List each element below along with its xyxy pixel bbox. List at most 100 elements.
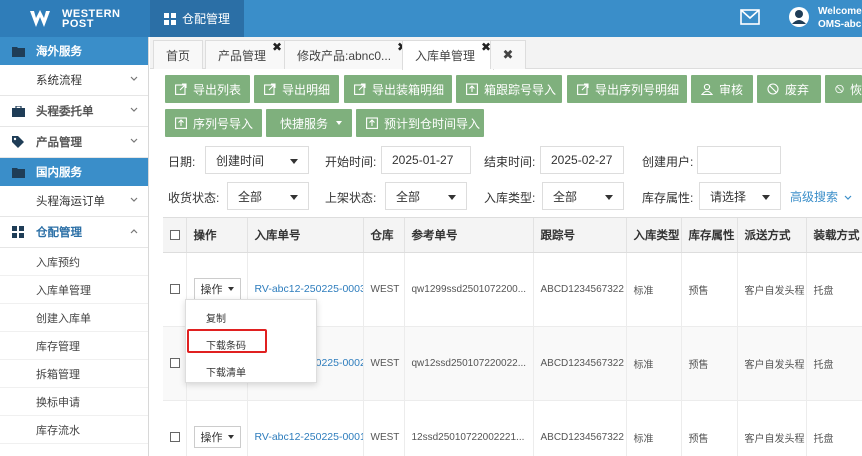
- sidebar-subitem-relabel[interactable]: 换标申请: [0, 388, 148, 416]
- row-checkbox-cell[interactable]: [163, 400, 187, 456]
- operation-dropdown-button[interactable]: 操作: [193, 278, 241, 300]
- inbound-no-link[interactable]: RV-abc12-250225-0001: [247, 400, 364, 456]
- delivery-method-cell: 客户自发头程: [737, 326, 807, 401]
- shelf-status-select[interactable]: 全部: [385, 182, 467, 210]
- reference-no-cell: qw1299ssd2501072200...: [404, 252, 534, 327]
- row-checkbox-cell[interactable]: [163, 326, 187, 401]
- close-icon[interactable]: ✖: [272, 41, 282, 53]
- import-eta-button[interactable]: 预计到仓时间导入: [356, 109, 484, 137]
- upload-icon: [175, 117, 187, 129]
- inventory-attr-cell: 预售: [681, 326, 738, 401]
- loading-method-cell: 托盘: [806, 326, 862, 401]
- inventory-attr-select[interactable]: 请选择: [699, 182, 781, 210]
- sidebar-item-sea-orders[interactable]: 头程海运订单: [0, 186, 148, 217]
- inbound-type-cell: 标准: [626, 326, 682, 401]
- advanced-search-link[interactable]: 高级搜索: [790, 188, 852, 205]
- chevron-down-icon: [130, 76, 138, 81]
- import-box-tracking-button[interactable]: 箱跟踪号导入: [456, 75, 562, 103]
- logo-text: WESTERN POST: [62, 8, 121, 29]
- inbound-type-cell: 标准: [626, 400, 682, 456]
- restore-button[interactable]: 恢: [825, 75, 862, 103]
- select-all-checkbox[interactable]: [170, 229, 180, 240]
- audit-button[interactable]: 审核: [691, 75, 753, 103]
- export-detail-button[interactable]: 导出明细: [254, 75, 339, 103]
- export-packing-detail-button[interactable]: 导出装箱明细: [344, 75, 452, 103]
- sidebar-item-firstleg-orders[interactable]: 头程委托单: [0, 96, 148, 127]
- sidebar-subitem-inbound-booking[interactable]: 入库预约: [0, 248, 148, 276]
- inventory-attr-cell: 预售: [681, 400, 738, 456]
- sidebar-item-warehouse[interactable]: 仓配管理: [0, 217, 148, 248]
- brand-logo[interactable]: WESTERN POST: [0, 0, 150, 37]
- select-value: 全部: [553, 189, 578, 204]
- receive-status-select[interactable]: 全部: [227, 182, 309, 210]
- row-checkbox-cell[interactable]: [163, 252, 187, 327]
- tracking-no-cell: ABCD1234567322: [533, 252, 627, 327]
- table-header-row: 操作 入库单号 仓库 参考单号 跟踪号 入库类型 库存属性 派送方式 装载方式: [163, 218, 862, 253]
- tab-inbound-management[interactable]: 入库单管理 ✖: [402, 40, 495, 70]
- welcome-text: Welcome, OMS-abc12: [818, 5, 862, 31]
- row-checkbox[interactable]: [170, 357, 180, 368]
- header-inbound-no: 入库单号: [247, 218, 364, 253]
- close-icon[interactable]: ✖: [503, 47, 514, 63]
- export-serial-detail-button[interactable]: 导出序列号明细: [567, 75, 687, 103]
- tab-products[interactable]: 产品管理 ✖: [205, 40, 286, 69]
- creator-label: 创建用户:: [642, 155, 694, 169]
- warehouse-cell: WEST: [363, 326, 405, 401]
- close-all-tabs[interactable]: ✖: [490, 40, 526, 69]
- button-label: 导出装箱明细: [372, 82, 445, 97]
- sidebar-item-products[interactable]: 产品管理: [0, 127, 148, 158]
- menu-item-copy[interactable]: 复制: [206, 310, 226, 325]
- end-time-input[interactable]: 2025-02-27: [540, 146, 624, 174]
- row-checkbox[interactable]: [170, 431, 180, 442]
- sidebar-subitem-unboxing[interactable]: 拆箱管理: [0, 360, 148, 388]
- shelf-status-label: 上架状态:: [325, 191, 377, 205]
- sidebar-subitem-create-inbound[interactable]: 创建入库单: [0, 304, 148, 332]
- sidebar-group-overseas[interactable]: 海外服务: [0, 37, 148, 65]
- mail-icon[interactable]: [740, 9, 760, 25]
- tracking-no-cell: ABCD1234567322: [533, 400, 627, 456]
- sidebar-item-system-flow[interactable]: 系统流程: [0, 65, 148, 96]
- operation-label: 操作: [200, 284, 223, 296]
- header-delivery-method: 派送方式: [737, 218, 807, 253]
- import-serial-button[interactable]: 序列号导入: [165, 109, 262, 137]
- quick-service-button[interactable]: 快捷服务: [266, 109, 352, 137]
- date-type-select[interactable]: 创建时间: [205, 146, 309, 174]
- tab-label: 产品管理: [218, 48, 267, 63]
- header-tracking-no: 跟踪号: [533, 218, 627, 253]
- button-label: 废弃: [785, 82, 810, 97]
- export-list-button[interactable]: 导出列表: [165, 75, 250, 103]
- inbound-type-select[interactable]: 全部: [542, 182, 624, 210]
- sidebar-subitem-inventory[interactable]: 库存管理: [0, 332, 148, 360]
- tab-home[interactable]: 首页: [153, 40, 204, 69]
- row-checkbox[interactable]: [170, 283, 180, 294]
- creator-input[interactable]: [697, 146, 781, 174]
- operation-dropdown-button[interactable]: 操作: [193, 426, 241, 448]
- sidebar-subitem-inbound-management[interactable]: 入库单管理: [0, 276, 148, 304]
- caret-down-icon: [290, 195, 298, 200]
- button-label: 预计到仓时间导入: [384, 116, 481, 131]
- user-avatar-icon[interactable]: [788, 6, 810, 28]
- button-label: 导出列表: [193, 82, 242, 97]
- caret-down-icon: [336, 121, 343, 125]
- inventory-attr-label: 库存属性:: [642, 191, 694, 205]
- sidebar-subitem-inventory-flow[interactable]: 库存流水: [0, 416, 148, 444]
- warehouse-cell: WEST: [363, 400, 405, 456]
- export-icon: [577, 83, 589, 95]
- tab-edit-product[interactable]: 修改产品:abnc0... ✖: [284, 40, 411, 69]
- button-label: 箱跟踪号导入: [484, 82, 557, 97]
- advanced-search-label: 高级搜索: [790, 190, 839, 204]
- header-select-all[interactable]: [163, 218, 187, 253]
- sidebar-subitem-label: 创建入库单: [36, 312, 91, 325]
- start-time-input[interactable]: 2025-01-27: [381, 146, 471, 174]
- button-label: 序列号导入: [193, 116, 254, 131]
- sidebar-group-domestic[interactable]: 国内服务: [0, 158, 148, 186]
- operation-label: 操作: [200, 432, 223, 444]
- discard-button[interactable]: 废弃: [757, 75, 821, 103]
- caret-down-icon: [227, 287, 234, 291]
- button-label: 快捷服务: [280, 116, 329, 131]
- reference-no-cell: qw12ssd250107220022...: [404, 326, 534, 401]
- menu-item-download-list[interactable]: 下载清单: [206, 364, 246, 379]
- topnav-warehouse[interactable]: 仓配管理: [150, 0, 245, 37]
- upload-icon: [366, 117, 378, 129]
- sidebar-subitem-label: 入库单管理: [36, 284, 91, 297]
